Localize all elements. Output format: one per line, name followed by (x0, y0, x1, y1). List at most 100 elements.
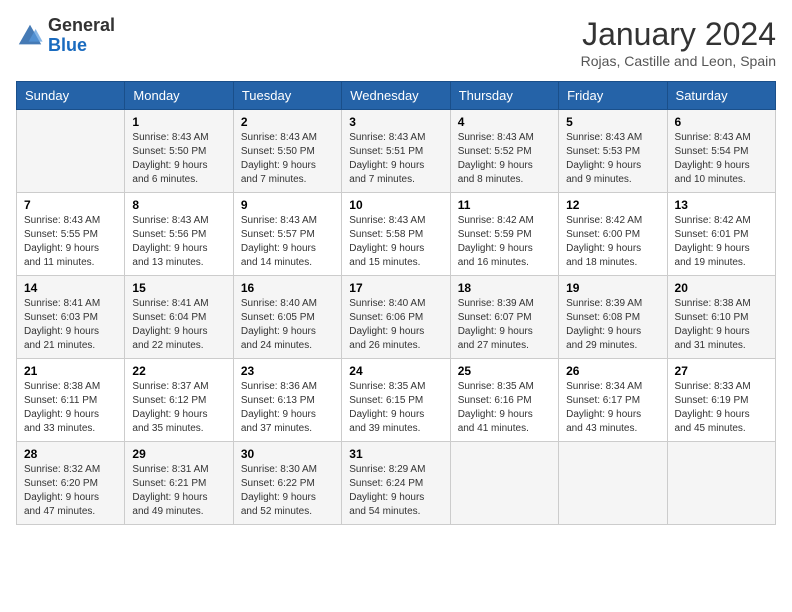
daylight: Daylight: 9 hours and 6 minutes. (132, 160, 207, 185)
sunrise: Sunrise: 8:43 AM (349, 215, 425, 226)
sunset: Sunset: 5:52 PM (458, 146, 532, 157)
sunset: Sunset: 6:21 PM (132, 478, 206, 489)
calendar-cell: 31Sunrise: 8:29 AMSunset: 6:24 PMDayligh… (342, 442, 450, 525)
day-info: Sunrise: 8:35 AMSunset: 6:16 PMDaylight:… (458, 380, 551, 436)
day-number: 12 (566, 198, 659, 212)
day-number: 13 (675, 198, 768, 212)
calendar-cell: 30 Sunrise: 8:30 AMSunset: 6:22 PMDayligh… (233, 442, 341, 525)
calendar-cell: 17Sunrise: 8:40 AMSunset: 6:06 PMDayligh… (342, 276, 450, 359)
daylight: Daylight: 9 hours and 10 minutes. (675, 160, 750, 185)
sunset: Sunset: 5:50 PM (241, 146, 315, 157)
daylight: Daylight: 9 hours and 41 minutes. (458, 409, 533, 434)
calendar-cell: 3Sunrise: 8:43 AMSunset: 5:51 PMDaylight… (342, 110, 450, 193)
weekday-header: Saturday (667, 82, 775, 110)
day-info: Sunrise: 8:43 AMSunset: 5:57 PMDaylight:… (241, 214, 334, 270)
day-info: Sunrise: 8:43 AMSunset: 5:58 PMDaylight:… (349, 214, 442, 270)
sunrise: Sunrise: 8:40 AM (349, 298, 425, 309)
calendar-cell: 21Sunrise: 8:38 AMSunset: 6:11 PMDayligh… (17, 359, 125, 442)
daylight: Daylight: 9 hours and 37 minutes. (241, 409, 316, 434)
day-info: Sunrise: 8:43 AMSunset: 5:56 PMDaylight:… (132, 214, 225, 270)
day-number: 22 (132, 364, 225, 378)
day-number: 24 (349, 364, 442, 378)
daylight: Daylight: 9 hours and 49 minutes. (132, 492, 207, 517)
sunrise: Sunrise: 8:32 AM (24, 464, 100, 475)
sunset: Sunset: 6:15 PM (349, 395, 423, 406)
sunrise: Sunrise: 8:43 AM (132, 215, 208, 226)
calendar-cell: 5 Sunrise: 8:43 AMSunset: 5:53 PMDaylight… (559, 110, 667, 193)
weekday-header: Thursday (450, 82, 558, 110)
day-number: 30 (241, 447, 334, 461)
sunrise: Sunrise: 8:29 AM (349, 464, 425, 475)
daylight: Daylight: 9 hours and 16 minutes. (458, 243, 533, 268)
sunset: Sunset: 6:10 PM (675, 312, 749, 323)
sunset: Sunset: 5:54 PM (675, 146, 749, 157)
sunset: Sunset: 6:24 PM (349, 478, 423, 489)
sunrise: Sunrise: 8:42 AM (566, 215, 642, 226)
daylight: Daylight: 9 hours and 8 minutes. (458, 160, 533, 185)
daylight: Daylight: 9 hours and 33 minutes. (24, 409, 99, 434)
day-info: Sunrise: 8:32 AMSunset: 6:20 PMDaylight:… (24, 463, 117, 519)
logo-text: General Blue (48, 16, 115, 56)
calendar-cell: 9Sunrise: 8:43 AMSunset: 5:57 PMDaylight… (233, 193, 341, 276)
calendar-cell (559, 442, 667, 525)
day-number: 19 (566, 281, 659, 295)
sunset: Sunset: 6:04 PM (132, 312, 206, 323)
calendar-week-row: 14 Sunrise: 8:41 AMSunset: 6:03 PMDayligh… (17, 276, 776, 359)
sunrise: Sunrise: 8:43 AM (132, 132, 208, 143)
sunrise: Sunrise: 8:38 AM (675, 298, 751, 309)
calendar-cell: 29 Sunrise: 8:31 AMSunset: 6:21 PMDayligh… (125, 442, 233, 525)
daylight: Daylight: 9 hours and 13 minutes. (132, 243, 207, 268)
day-number: 4 (458, 115, 551, 129)
sunset: Sunset: 6:05 PM (241, 312, 315, 323)
daylight: Daylight: 9 hours and 31 minutes. (675, 326, 750, 351)
weekday-header: Sunday (17, 82, 125, 110)
sunrise: Sunrise: 8:39 AM (458, 298, 534, 309)
day-info: Sunrise: 8:39 AMSunset: 6:07 PMDaylight:… (458, 297, 551, 353)
day-number: 3 (349, 115, 442, 129)
day-number: 11 (458, 198, 551, 212)
day-number: 7 (24, 198, 117, 212)
sunset: Sunset: 5:59 PM (458, 229, 532, 240)
day-info: Sunrise: 8:40 AMSunset: 6:05 PMDaylight:… (241, 297, 334, 353)
day-number: 21 (24, 364, 117, 378)
day-number: 14 (24, 281, 117, 295)
day-number: 25 (458, 364, 551, 378)
sunset: Sunset: 6:19 PM (675, 395, 749, 406)
weekday-row: SundayMondayTuesdayWednesdayThursdayFrid… (17, 82, 776, 110)
day-number: 8 (132, 198, 225, 212)
page-header: General Blue January 2024 Rojas, Castill… (16, 16, 776, 69)
sunrise: Sunrise: 8:33 AM (675, 381, 751, 392)
day-number: 26 (566, 364, 659, 378)
sunrise: Sunrise: 8:42 AM (458, 215, 534, 226)
sunrise: Sunrise: 8:43 AM (566, 132, 642, 143)
day-number: 5 (566, 115, 659, 129)
daylight: Daylight: 9 hours and 9 minutes. (566, 160, 641, 185)
sunrise: Sunrise: 8:43 AM (349, 132, 425, 143)
calendar-cell: 10Sunrise: 8:43 AMSunset: 5:58 PMDayligh… (342, 193, 450, 276)
daylight: Daylight: 9 hours and 14 minutes. (241, 243, 316, 268)
calendar-cell: 28Sunrise: 8:32 AMSunset: 6:20 PMDayligh… (17, 442, 125, 525)
calendar-week-row: 28Sunrise: 8:32 AMSunset: 6:20 PMDayligh… (17, 442, 776, 525)
calendar-cell: 16Sunrise: 8:40 AMSunset: 6:05 PMDayligh… (233, 276, 341, 359)
sunrise: Sunrise: 8:37 AM (132, 381, 208, 392)
day-number: 1 (132, 115, 225, 129)
daylight: Daylight: 9 hours and 52 minutes. (241, 492, 316, 517)
day-number: 29 (132, 447, 225, 461)
weekday-header: Friday (559, 82, 667, 110)
daylight: Daylight: 9 hours and 19 minutes. (675, 243, 750, 268)
sunset: Sunset: 6:17 PM (566, 395, 640, 406)
calendar-cell: 23Sunrise: 8:36 AMSunset: 6:13 PMDayligh… (233, 359, 341, 442)
day-number: 2 (241, 115, 334, 129)
calendar-cell (667, 442, 775, 525)
day-info: Sunrise: 8:30 AMSunset: 6:22 PMDaylight:… (241, 463, 334, 519)
calendar-cell: 1Sunrise: 8:43 AMSunset: 5:50 PMDaylight… (125, 110, 233, 193)
day-number: 18 (458, 281, 551, 295)
sunrise: Sunrise: 8:43 AM (458, 132, 534, 143)
day-info: Sunrise: 8:41 AMSunset: 6:03 PMDaylight:… (24, 297, 117, 353)
day-info: Sunrise: 8:31 AMSunset: 6:21 PMDaylight:… (132, 463, 225, 519)
day-info: Sunrise: 8:42 AMSunset: 6:01 PMDaylight:… (675, 214, 768, 270)
day-info: Sunrise: 8:43 AMSunset: 5:53 PMDaylight:… (566, 131, 659, 187)
sunrise: Sunrise: 8:38 AM (24, 381, 100, 392)
calendar-cell: 11 Sunrise: 8:42 AM Sunset: 5:59 PM Dayligh… (450, 193, 558, 276)
daylight: Daylight: 9 hours and 29 minutes. (566, 326, 641, 351)
